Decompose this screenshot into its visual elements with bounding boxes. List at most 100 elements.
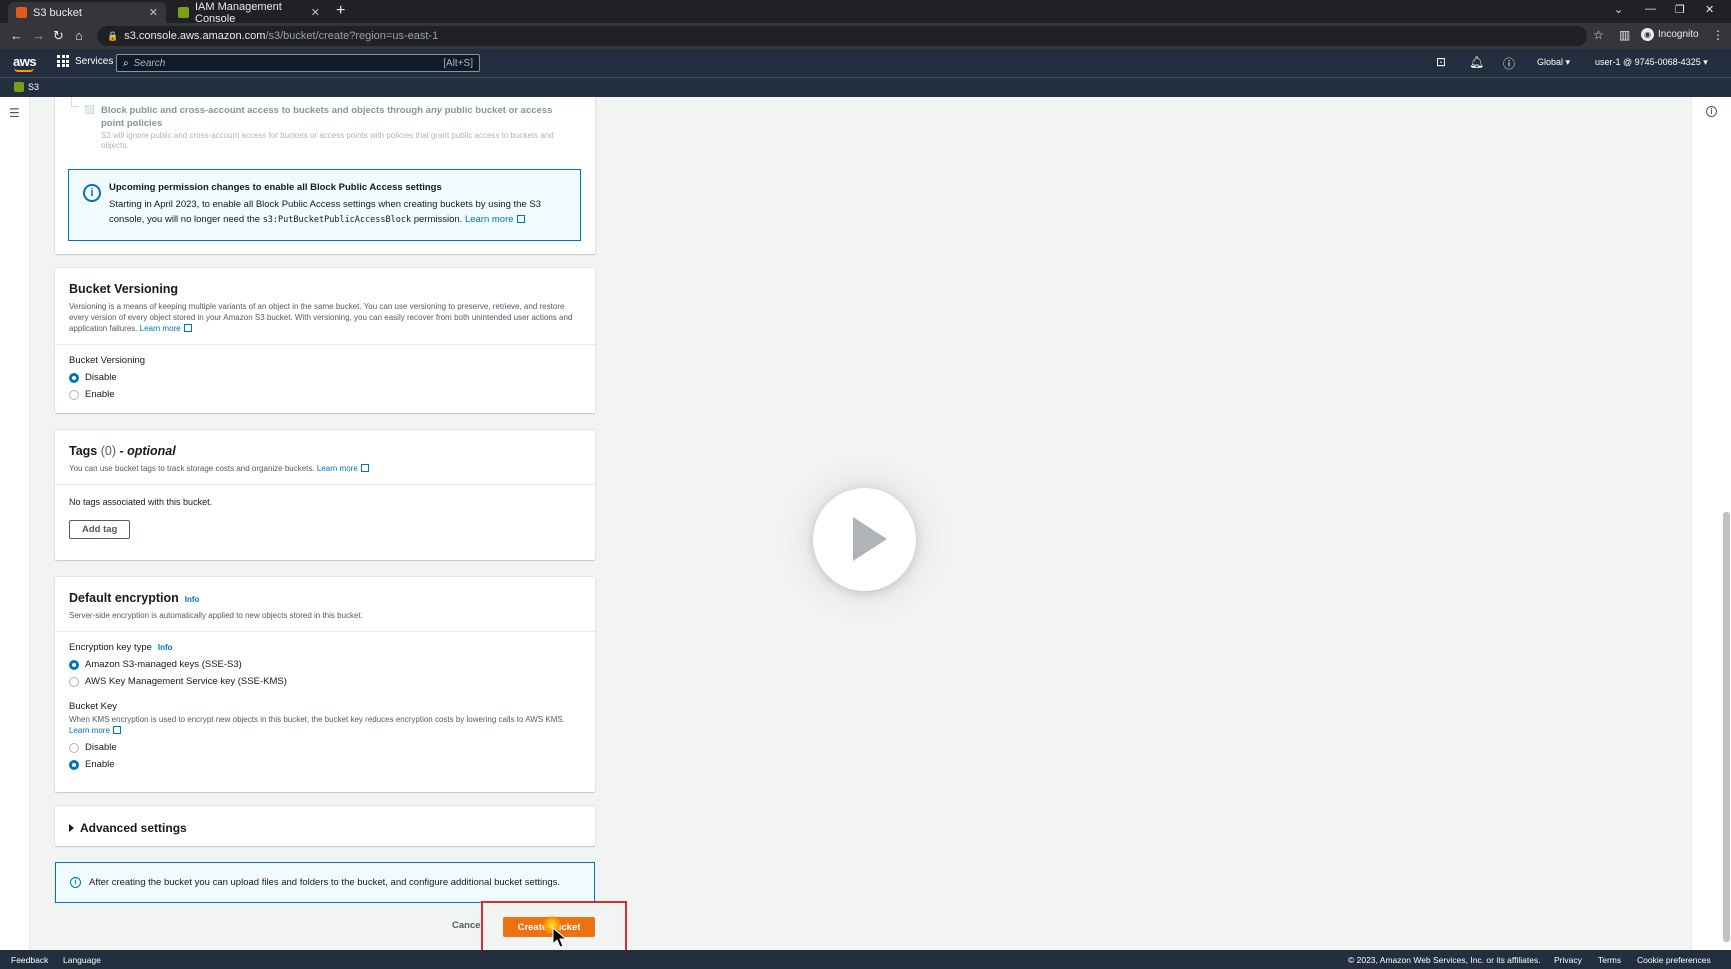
back-icon[interactable]: ← <box>10 28 23 43</box>
notifications-bell-icon[interactable]: 🔔︎ <box>1469 55 1484 69</box>
bucket-key-enable-radio[interactable]: Enable <box>69 759 581 770</box>
close-window-icon[interactable]: ✕ <box>1705 3 1714 16</box>
block-any-policy-checkbox[interactable] <box>85 105 94 114</box>
info-panel-icon[interactable]: i <box>1706 106 1717 117</box>
notice-title: Upcoming permission changes to enable al… <box>109 182 442 193</box>
tab-iam-console[interactable]: IAM Management Console ✕ <box>170 0 328 25</box>
language-link[interactable]: Language <box>63 955 101 965</box>
region-selector[interactable]: Global ▾ <box>1537 57 1570 68</box>
default-encryption-panel: Default encryption Info Server-side encry… <box>55 577 595 792</box>
services-menu-button[interactable]: Services <box>57 55 113 67</box>
aws-top-nav: aws Services ⌕ Search [Alt+S] ⊡ 🔔︎ ⓘ Glo… <box>0 49 1731 77</box>
radio-unselected-icon <box>69 742 79 753</box>
feedback-link[interactable]: Feedback <box>11 955 48 965</box>
bookmark-star-icon[interactable]: ☆ <box>1593 28 1604 42</box>
right-help-rail: i <box>1691 97 1731 950</box>
browser-menu-icon[interactable]: ⋮ <box>1712 28 1724 42</box>
info-alert-text: After creating the bucket you can upload… <box>89 877 561 888</box>
info-circle-icon: i <box>70 877 81 888</box>
tab-title: S3 bucket <box>33 6 82 19</box>
url-path: /s3/bucket/create?region=us-east-1 <box>265 30 439 42</box>
permission-changes-notice: i Upcoming permission changes to enable … <box>68 169 581 241</box>
tags-title: Tags (0) - optional <box>69 444 176 458</box>
radio-selected-icon <box>69 759 79 770</box>
s3-shortcut-label[interactable]: S3 <box>28 82 39 92</box>
after-creation-info-alert: i After creating the bucket you can uplo… <box>55 862 595 903</box>
restore-icon[interactable]: ❐ <box>1675 3 1685 16</box>
block-any-policy-description: S3 will ignore public and cross-account … <box>101 131 554 150</box>
close-tab-icon[interactable]: ✕ <box>311 6 320 19</box>
copyright-text: © 2023, Amazon Web Services, Inc. or its… <box>1348 955 1541 965</box>
privacy-link[interactable]: Privacy <box>1554 955 1582 965</box>
advanced-settings-title: Advanced settings <box>80 821 187 835</box>
iam-favicon-icon <box>178 7 189 18</box>
learn-more-link[interactable]: Learn more <box>465 214 514 225</box>
sse-s3-radio[interactable]: Amazon S3-managed keys (SSE-S3) <box>69 659 581 670</box>
lock-icon: 🔒 <box>107 30 119 41</box>
versioning-title: Bucket Versioning <box>69 282 179 296</box>
browser-tab-bar: S3 bucket ✕ IAM Management Console ✕ + ⌄… <box>0 0 1731 25</box>
left-navigation-rail: ☰ <box>0 97 30 950</box>
incognito-label: Incognito <box>1658 29 1699 40</box>
aws-smile-icon <box>14 68 34 72</box>
aws-search-input[interactable]: ⌕ Search [Alt+S] <box>116 54 480 72</box>
tab-s3-bucket[interactable]: S3 bucket ✕ <box>8 2 166 23</box>
key-type-info-link[interactable]: Info <box>158 643 173 652</box>
video-play-button[interactable] <box>813 488 916 591</box>
versioning-enable-radio[interactable]: Enable <box>69 389 581 400</box>
home-icon[interactable]: ⌂ <box>75 28 83 43</box>
new-tab-icon[interactable]: + <box>336 2 345 20</box>
learn-more-link[interactable]: Learn more <box>140 324 181 333</box>
bucket-key-disable-radio[interactable]: Disable <box>69 742 581 753</box>
help-icon[interactable]: ⓘ <box>1503 55 1515 72</box>
forward-icon[interactable]: → <box>32 28 45 43</box>
account-menu[interactable]: user-1 @ 9745-0068-4325 ▾ <box>1595 57 1708 68</box>
bucket-key-label: Bucket Key <box>69 701 118 712</box>
url-field[interactable]: 🔒 s3.console.aws.amazon.com /s3/bucket/c… <box>97 26 1587 46</box>
advanced-settings-expander[interactable]: Advanced settings <box>55 806 595 846</box>
url-host: s3.console.aws.amazon.com <box>124 30 266 42</box>
block-any-policy-label: Block public and cross-account access to… <box>101 105 553 129</box>
versioning-description: Versioning is a means of keeping multipl… <box>69 302 573 333</box>
aws-logo[interactable]: aws <box>13 54 37 72</box>
tags-panel: Tags (0) - optional You can use bucket t… <box>55 430 595 560</box>
tab-title: IAM Management Console <box>195 0 282 25</box>
cookie-preferences-link[interactable]: Cookie preferences <box>1637 955 1711 965</box>
incognito-indicator[interactable]: ◉ Incognito <box>1641 28 1699 41</box>
sse-kms-radio[interactable]: AWS Key Management Service key (SSE-KMS) <box>69 676 581 687</box>
reload-icon[interactable]: ↻ <box>53 28 64 44</box>
versioning-disable-radio[interactable]: Disable <box>69 372 581 383</box>
minimize-icon[interactable]: — <box>1645 3 1656 15</box>
cloudshell-icon[interactable]: ⊡ <box>1436 55 1446 69</box>
radio-unselected-icon <box>69 389 79 400</box>
incognito-icon: ◉ <box>1641 28 1654 41</box>
menu-hamburger-icon[interactable]: ☰ <box>9 106 20 120</box>
aws-logo-text: aws <box>13 54 37 69</box>
search-placeholder: Search <box>133 57 166 69</box>
page-content: ☰ i Block public and cross-account acces… <box>0 97 1731 950</box>
scrollbar-thumb[interactable] <box>1723 512 1730 942</box>
block-public-access-panel: Block public and cross-account access to… <box>55 97 595 254</box>
search-shortcut: [Alt+S] <box>443 57 473 69</box>
encryption-description: Server-side encryption is automatically … <box>69 611 363 620</box>
encryption-info-link[interactable]: Info <box>185 595 200 604</box>
close-tab-icon[interactable]: ✕ <box>149 6 158 19</box>
tree-connector <box>71 97 79 107</box>
side-panel-icon[interactable]: ▥ <box>1619 28 1630 42</box>
address-bar-row: ← → ↻ ⌂ 🔒 s3.console.aws.amazon.com /s3/… <box>0 23 1731 49</box>
cancel-button[interactable]: Cancel <box>452 920 483 931</box>
aws-footer: Feedback Language © 2023, Amazon Web Ser… <box>0 950 1731 969</box>
radio-selected-icon <box>69 659 79 670</box>
learn-more-link[interactable]: Learn more <box>317 464 358 473</box>
terms-link[interactable]: Terms <box>1598 955 1621 965</box>
info-circle-icon: i <box>83 184 101 202</box>
encryption-title: Default encryption Info <box>69 591 200 605</box>
tab-search-icon[interactable]: ⌄ <box>1614 3 1623 16</box>
external-link-icon <box>112 726 121 734</box>
radio-selected-icon <box>69 372 79 383</box>
learn-more-link[interactable]: Learn more <box>69 726 110 735</box>
add-tag-button[interactable]: Add tag <box>69 520 131 539</box>
services-label: Services <box>75 55 114 67</box>
notice-text: Starting in April 2023, to enable all Bl… <box>109 199 541 225</box>
services-grid-icon <box>57 55 69 67</box>
